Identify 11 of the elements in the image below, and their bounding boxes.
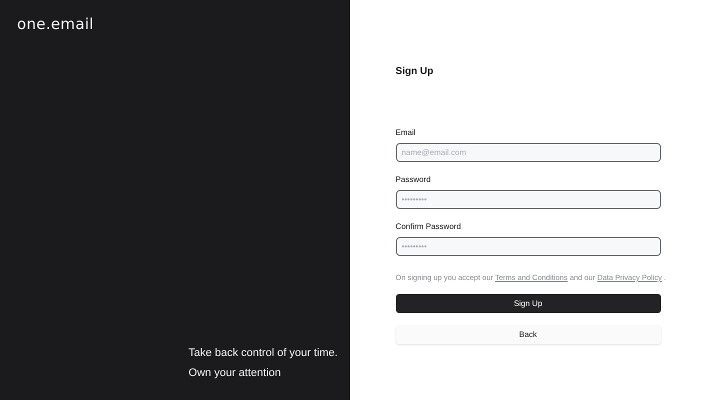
field-label: Password	[396, 175, 432, 185]
input-field[interactable]: •••••••••	[396, 190, 661, 209]
input-field[interactable]: •••••••••	[396, 237, 661, 256]
back-button[interactable]: Back	[396, 325, 661, 344]
field-label: Confirm Password	[396, 222, 462, 232]
tagline: Own your attention	[188, 366, 282, 381]
form-title: Sign Up	[396, 66, 434, 77]
input-field[interactable]: name@email.com	[396, 143, 661, 162]
sign-up-button[interactable]: Sign Up	[396, 294, 661, 313]
logo: one.email	[17, 15, 94, 33]
field-label: Email	[396, 128, 417, 138]
